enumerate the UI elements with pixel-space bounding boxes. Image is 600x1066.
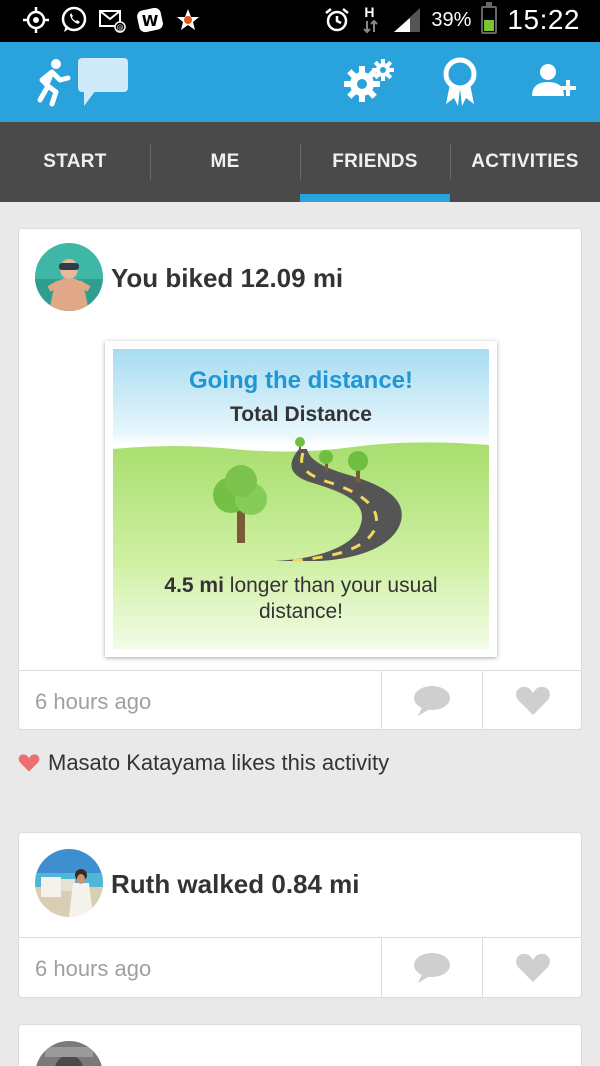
timestamp: 6 hours ago <box>35 689 152 714</box>
heart-icon <box>516 686 550 715</box>
card-footer: 6 hours ago <box>19 670 581 729</box>
like-button[interactable] <box>482 938 581 997</box>
status-bar: @ W H 39% 15:22 <box>0 0 600 42</box>
whatsapp-icon <box>61 6 87 32</box>
gps-icon <box>23 7 49 33</box>
badge-title: Going the distance! <box>188 367 413 394</box>
heart-icon <box>18 754 40 772</box>
clock: 15:22 <box>507 4 580 35</box>
activity-headline: You biked 12.09 mi <box>111 263 344 293</box>
battery-icon <box>481 2 498 34</box>
avatar[interactable] <box>35 1041 103 1066</box>
like-button[interactable] <box>482 671 581 729</box>
achievement-badge[interactable]: Going the distance! Total Distance 4.5 m… <box>105 341 497 657</box>
heart-icon <box>516 953 550 982</box>
badge-message-text: longer than your usual distance! <box>223 574 438 623</box>
battery-percent: 39% <box>431 8 472 31</box>
timestamp: 6 hours ago <box>35 956 152 981</box>
alarm-icon <box>325 8 350 32</box>
network-type-icon: H <box>361 4 381 36</box>
tab-friends[interactable]: FRIENDS <box>300 122 450 202</box>
signal-icon <box>394 8 421 32</box>
star-icon <box>177 9 199 30</box>
badge-message: 4.5 mi longer than your usual distance! <box>113 573 489 625</box>
runner-icon[interactable] <box>22 56 74 108</box>
avatar[interactable] <box>35 849 103 917</box>
comment-button[interactable] <box>381 671 482 729</box>
likes-line: Masato Katayama likes this activity <box>18 750 389 776</box>
settings-gears-icon[interactable] <box>340 56 396 108</box>
tab-activities[interactable]: ACTIVITIES <box>450 122 600 202</box>
activity-headline: Ruth walked 0.84 mi <box>111 869 360 899</box>
tab-me[interactable]: ME <box>150 122 300 202</box>
message-icon: @ <box>99 10 126 33</box>
likes-text[interactable]: Masato Katayama likes this activity <box>48 750 389 776</box>
comment-button[interactable] <box>381 938 482 997</box>
comment-icon <box>414 953 450 983</box>
tab-start[interactable]: START <box>0 122 150 202</box>
add-friend-icon[interactable] <box>530 56 578 108</box>
w-app-icon: W <box>137 7 163 33</box>
svg-text:@: @ <box>117 24 124 32</box>
tab-bar: START ME FRIENDS ACTIVITIES <box>0 122 600 202</box>
comment-icon <box>414 686 450 716</box>
svg-text:W: W <box>142 12 159 30</box>
badge-message-highlight: 4.5 mi <box>164 574 224 597</box>
activity-card: Ruth walked 0.84 mi 6 hours ago <box>18 832 582 998</box>
activity-card: You biked 12.09 mi Going the distance! T… <box>18 228 582 730</box>
chat-bubble-icon[interactable] <box>76 56 130 108</box>
award-ribbon-icon[interactable] <box>436 56 484 108</box>
app-bar <box>0 42 600 122</box>
avatar[interactable] <box>35 243 103 311</box>
badge-subtitle: Total Distance <box>230 403 372 426</box>
activity-card <box>18 1024 582 1066</box>
card-footer: 6 hours ago <box>19 937 581 997</box>
